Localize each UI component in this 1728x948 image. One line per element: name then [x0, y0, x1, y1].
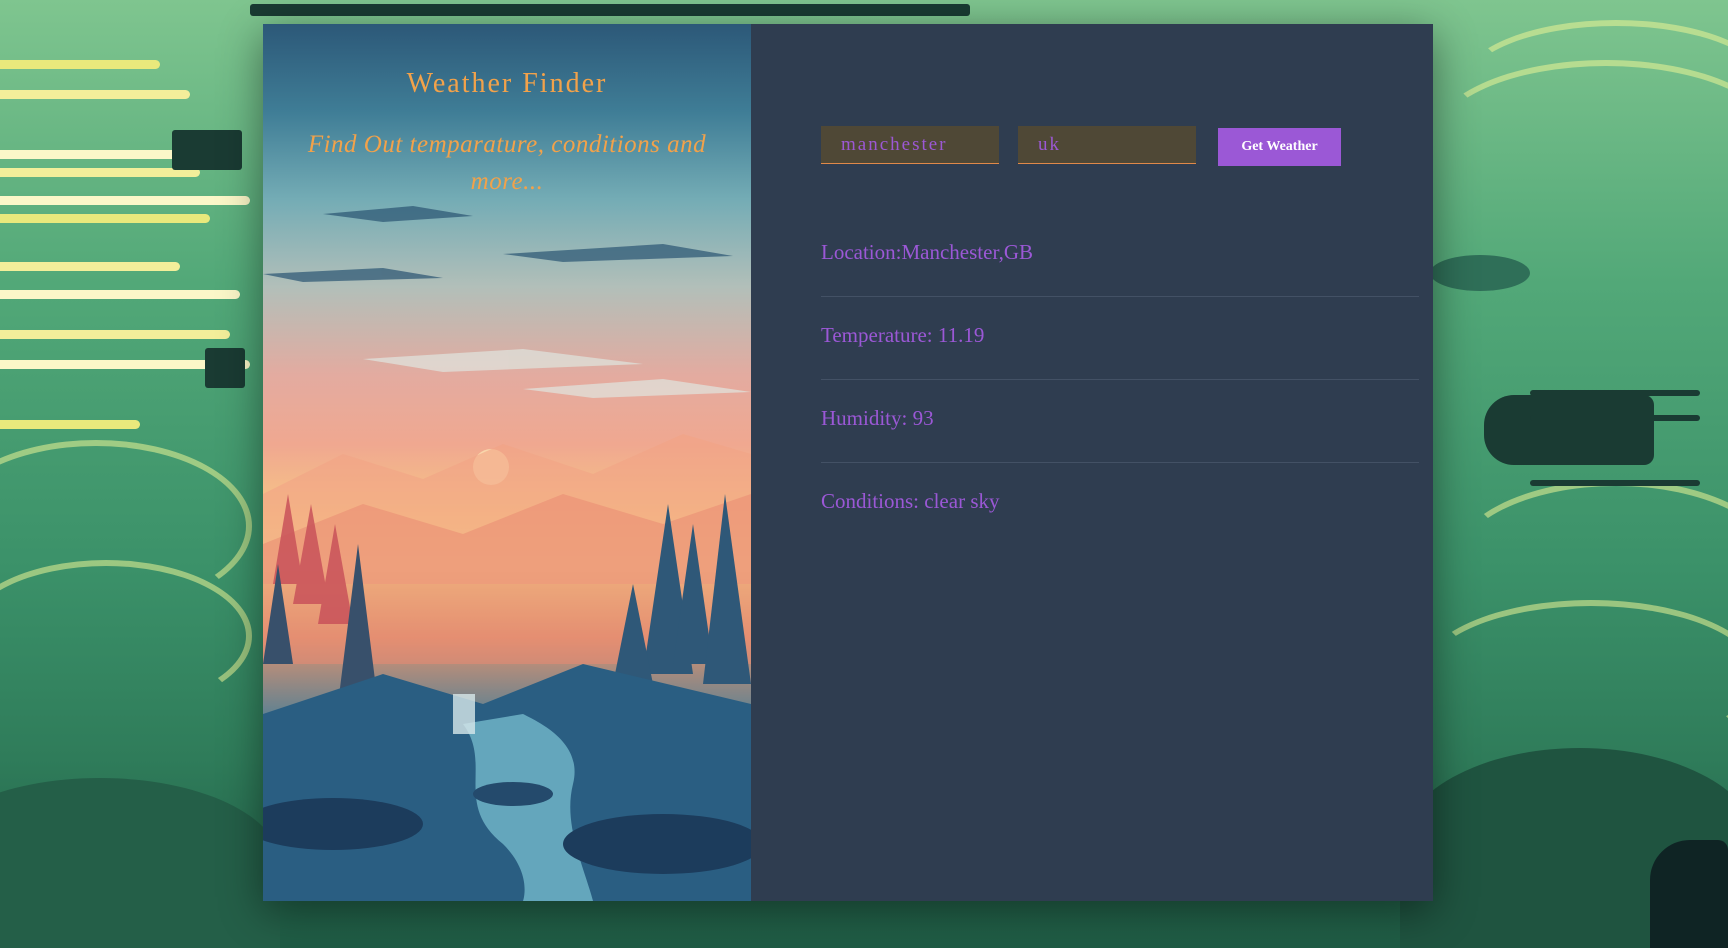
app-title: Weather Finder	[406, 68, 608, 99]
weather-card: Weather Finder Find Out temparature, con…	[263, 24, 1433, 901]
location-row: Location:Manchester,GB	[821, 214, 1419, 297]
weather-results: Location:Manchester,GB Temperature: 11.1…	[821, 214, 1419, 546]
get-weather-button[interactable]: Get Weather	[1218, 128, 1341, 166]
hero-panel: Weather Finder Find Out temparature, con…	[263, 24, 751, 901]
temperature-label: Temperature:	[821, 323, 938, 347]
weather-search-form: Get Weather	[821, 124, 1341, 166]
conditions-row: Conditions: clear sky	[821, 463, 1419, 546]
humidity-value: 93	[912, 406, 934, 430]
humidity-row: Humidity: 93	[821, 380, 1419, 463]
temperature-row: Temperature: 11.19	[821, 297, 1419, 380]
city-input[interactable]	[821, 126, 999, 164]
weather-panel: Get Weather Location:Manchester,GB Tempe…	[751, 24, 1433, 901]
country-input[interactable]	[1018, 126, 1196, 164]
humidity-label: Humidity:	[821, 406, 913, 430]
location-value: Manchester,GB	[901, 240, 1034, 264]
temperature-value: 11.19	[937, 323, 985, 347]
conditions-label: Conditions:	[821, 489, 925, 513]
app-subtitle: Find Out temparature, conditions and mor…	[307, 131, 707, 195]
conditions-value: clear sky	[924, 489, 1000, 513]
location-label: Location:	[821, 240, 902, 264]
